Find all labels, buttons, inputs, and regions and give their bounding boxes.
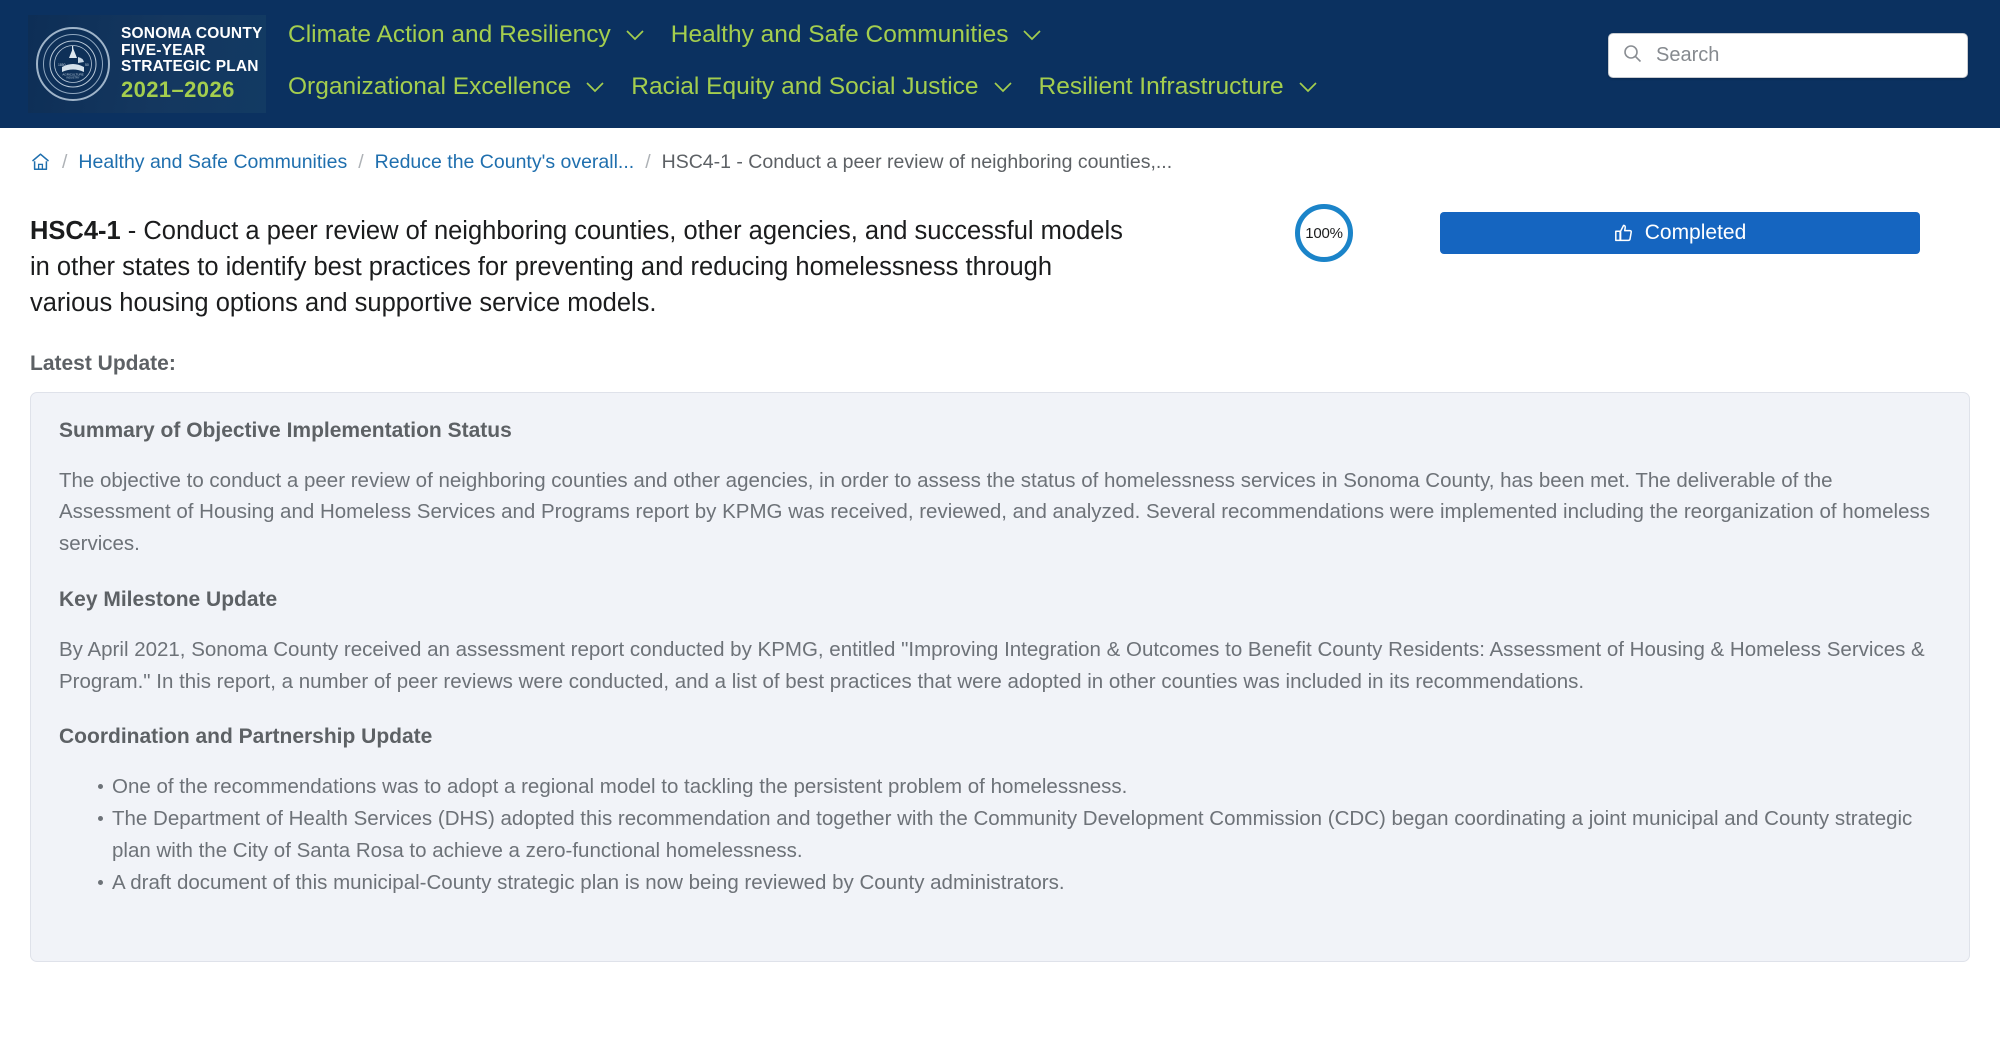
nav-item-label: Organizational Excellence bbox=[288, 73, 572, 100]
nav-item-racial-equity-and-social-justice[interactable]: Racial Equity and Social Justice bbox=[631, 66, 1012, 108]
search-box[interactable] bbox=[1608, 33, 1968, 78]
breadcrumb-separator: / bbox=[358, 150, 364, 173]
chevron-down-icon bbox=[585, 81, 605, 94]
section-paragraph-summary: The objective to conduct a peer review o… bbox=[59, 468, 1930, 556]
brand-text: SONOMA COUNTY FIVE-YEAR STRATEGIC PLAN 2… bbox=[121, 25, 263, 103]
svg-text:1850: 1850 bbox=[58, 63, 66, 67]
chevron-down-icon bbox=[1022, 29, 1042, 42]
chevron-down-icon bbox=[1298, 81, 1318, 94]
objective-title: Conduct a peer review of neighboring cou… bbox=[30, 217, 1123, 318]
list-item: One of the recommendations was to adopt … bbox=[98, 771, 1939, 803]
brand-years: 2021–2026 bbox=[121, 77, 235, 103]
brand-line-2: FIVE-YEAR bbox=[121, 41, 206, 59]
search-input[interactable] bbox=[1654, 43, 1957, 68]
chevron-down-icon bbox=[993, 81, 1013, 94]
site-header: AGRICULTURE INDUSTRY 1850 50 SONOMA COUN… bbox=[0, 0, 2000, 128]
objective-dash: - bbox=[120, 217, 144, 245]
brand-line-1: SONOMA COUNTY bbox=[121, 25, 263, 43]
objective-header: HSC4-1 - Conduct a peer review of neighb… bbox=[0, 196, 2000, 322]
site-logo[interactable]: AGRICULTURE INDUSTRY 1850 50 SONOMA COUN… bbox=[28, 15, 266, 113]
breadcrumb-item-current: HSC4-1 - Conduct a peer review of neighb… bbox=[661, 150, 1173, 173]
breadcrumb-item-1[interactable]: Healthy and Safe Communities bbox=[78, 151, 347, 174]
nav-item-label: Resilient Infrastructure bbox=[1038, 73, 1284, 100]
progress-percent-label: 100% bbox=[1305, 224, 1343, 242]
svg-text:INDUSTRY: INDUSTRY bbox=[66, 76, 79, 80]
nav-item-label: Healthy and Safe Communities bbox=[670, 21, 1009, 48]
list-item: The Department of Health Services (DHS) … bbox=[98, 803, 1939, 867]
breadcrumb-item-2[interactable]: Reduce the County's overall... bbox=[375, 151, 635, 174]
nav-item-label: Climate Action and Resiliency bbox=[288, 21, 611, 48]
nav-item-climate-action-and-resiliency[interactable]: Climate Action and Resiliency bbox=[288, 14, 645, 56]
status-button-label: Completed bbox=[1644, 221, 1747, 244]
nav-item-label: Racial Equity and Social Justice bbox=[631, 73, 979, 100]
breadcrumb-separator: / bbox=[62, 150, 68, 173]
page-title: HSC4-1 - Conduct a peer review of neighb… bbox=[30, 213, 1130, 322]
section-heading-key-milestone: Key Milestone Update bbox=[59, 587, 278, 611]
svg-text:50: 50 bbox=[85, 63, 89, 67]
progress-ring: 100% bbox=[1295, 204, 1353, 262]
section-heading-summary: Summary of Objective Implementation Stat… bbox=[59, 418, 512, 442]
home-icon[interactable] bbox=[30, 152, 51, 172]
nav-item-healthy-and-safe-communities[interactable]: Healthy and Safe Communities bbox=[671, 14, 1043, 56]
section-paragraph-key-milestone: By April 2021, Sonoma County received an… bbox=[59, 637, 1925, 693]
search-icon bbox=[1623, 44, 1642, 68]
nav-item-resilient-infrastructure[interactable]: Resilient Infrastructure bbox=[1039, 66, 1318, 108]
nav-item-organizational-excellence[interactable]: Organizational Excellence bbox=[288, 66, 605, 108]
objective-code: HSC4-1 bbox=[30, 217, 121, 245]
breadcrumb: / Healthy and Safe Communities / Reduce … bbox=[0, 128, 2000, 196]
latest-update-card: Summary of Objective Implementation Stat… bbox=[30, 391, 1970, 962]
chevron-down-icon bbox=[625, 29, 645, 42]
county-seal-icon: AGRICULTURE INDUSTRY 1850 50 bbox=[36, 27, 110, 101]
list-item: A draft document of this municipal-Count… bbox=[98, 867, 1939, 899]
coordination-bullet-list: One of the recommendations was to adopt … bbox=[59, 771, 1939, 898]
breadcrumb-separator: / bbox=[645, 150, 651, 173]
objective-status-area: 100% Completed bbox=[1295, 204, 1920, 262]
status-badge-completed-button[interactable]: Completed bbox=[1440, 212, 1920, 254]
brand-line-3: STRATEGIC PLAN bbox=[121, 58, 259, 76]
main-navigation: Climate Action and Resiliency Healthy an… bbox=[266, 0, 1386, 118]
section-heading-coordination: Coordination and Partnership Update bbox=[59, 725, 433, 749]
latest-update-label: Latest Update: bbox=[30, 351, 176, 375]
thumbs-up-icon bbox=[1614, 223, 1634, 243]
